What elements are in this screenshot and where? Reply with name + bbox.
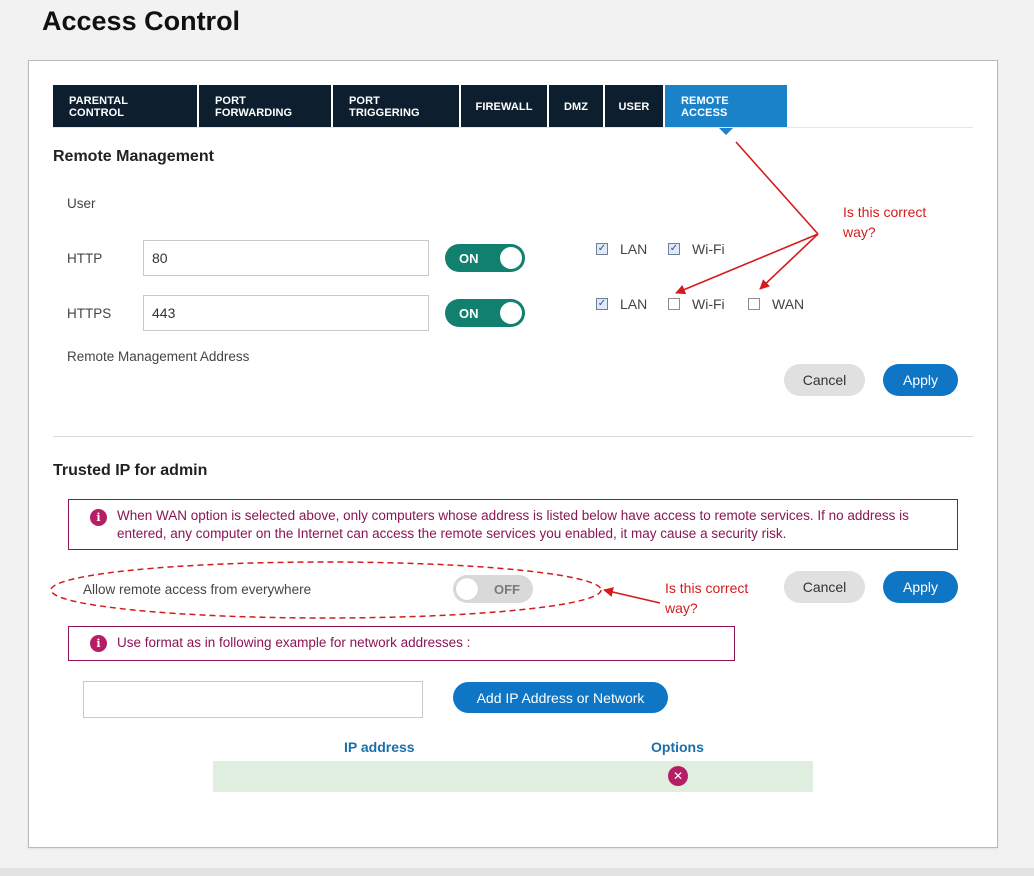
annotation-bottom-text: Is this correct way? — [665, 580, 749, 616]
annotation-arrow-line — [735, 141, 819, 235]
bottom-strip — [0, 868, 1034, 876]
annotation-arrow-wan — [759, 233, 819, 290]
annotation-arrow-toggle — [603, 587, 661, 604]
annotation-ellipse — [50, 561, 602, 619]
annotation-overlay — [50, 141, 819, 619]
annotation-top-text: Is this correct way? — [843, 204, 927, 240]
annotation-arrow-wifi — [675, 233, 819, 295]
